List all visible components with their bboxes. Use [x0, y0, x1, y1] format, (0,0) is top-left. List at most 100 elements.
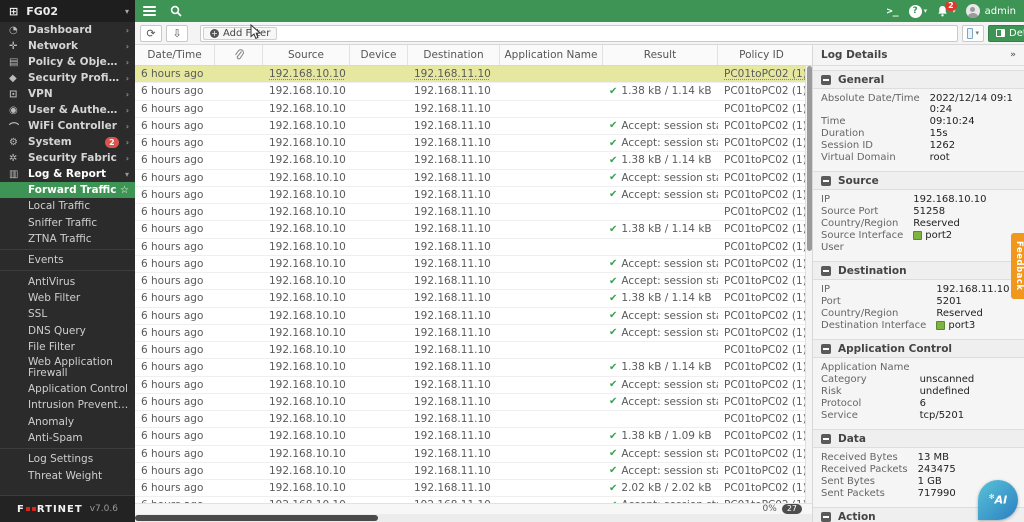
sidebar-item-label: Local Traffic — [28, 200, 129, 212]
sidebar-item-log-report[interactable]: ▥Log & Report▾ — [0, 166, 135, 182]
column-header-device[interactable]: Device — [350, 45, 408, 65]
sidebar-item-forward-traffic[interactable]: Forward Traffic☆ — [0, 182, 135, 198]
accept-check-icon: ✔ — [609, 258, 617, 269]
hamburger-icon — [143, 6, 156, 16]
table-row[interactable]: 6 hours ago192.168.10.10192.168.11.10✔Ac… — [135, 187, 812, 204]
section-header-general[interactable]: General — [813, 70, 1024, 89]
table-row[interactable]: 6 hours ago192.168.10.10192.168.11.10✔1.… — [135, 290, 812, 307]
sidebar-item-log-settings[interactable]: Log Settings — [0, 451, 135, 467]
fortigate-selector[interactable]: ⊞ FG02 ▾ — [0, 0, 135, 22]
table-row[interactable]: 6 hours ago192.168.10.10192.168.11.10✔Ac… — [135, 463, 812, 480]
sidebar-item-threat-weight[interactable]: Threat Weight — [0, 467, 135, 483]
sidebar-item-intrusion-prevention[interactable]: Intrusion Prevention — [0, 397, 135, 413]
table-row[interactable]: 6 hours ago192.168.10.10192.168.11.10✔Ac… — [135, 394, 812, 411]
cell-application — [500, 135, 603, 151]
sidebar-item-ztna-traffic[interactable]: ZTNA Traffic — [0, 231, 135, 247]
table-vertical-scrollbar[interactable] — [805, 66, 812, 503]
table-row[interactable]: 6 hours ago192.168.10.10192.168.11.10✔Ac… — [135, 446, 812, 463]
sidebar-item-network[interactable]: ✛Network› — [0, 38, 135, 54]
details-toggle-button[interactable]: Details — [988, 25, 1024, 42]
sidebar-item-dashboard[interactable]: ◔Dashboard› — [0, 22, 135, 38]
sidebar-item-application-control[interactable]: Application Control — [0, 381, 135, 397]
sidebar-item-anti-spam[interactable]: Anti-Spam — [0, 430, 135, 446]
sidebar-item-vpn[interactable]: ⊡VPN› — [0, 86, 135, 102]
table-row[interactable]: 6 hours ago192.168.10.10192.168.11.10✔Ac… — [135, 170, 812, 187]
table-row[interactable]: 6 hours ago192.168.10.10192.168.11.10✔Ac… — [135, 325, 812, 342]
sidebar-item-web-application-firewall[interactable]: Web Application Firewall — [0, 355, 135, 381]
table-row[interactable]: 6 hours ago192.168.10.10192.168.11.10✔1.… — [135, 428, 812, 445]
help-menu[interactable]: ? ▾ — [909, 5, 928, 18]
field-value: 15s — [930, 128, 1016, 139]
section-header-destination[interactable]: Destination — [813, 261, 1024, 280]
table-row[interactable]: 6 hours ago192.168.10.10192.168.11.10PC0… — [135, 411, 812, 428]
table-row[interactable]: 6 hours ago192.168.10.10192.168.11.10PC0… — [135, 239, 812, 256]
table-horizontal-scrollbar[interactable] — [135, 514, 812, 522]
sidebar-item-web-filter[interactable]: Web Filter — [0, 290, 135, 306]
accept-check-icon: ✔ — [609, 155, 617, 166]
sidebar-item-file-filter[interactable]: File Filter — [0, 339, 135, 355]
user-menu[interactable]: admin — [966, 4, 1016, 18]
sidebar-item-label: Dashboard — [28, 24, 122, 36]
feedback-tab[interactable]: Feedback — [1011, 233, 1024, 299]
table-row[interactable]: 6 hours ago192.168.10.10192.168.11.10✔Ac… — [135, 256, 812, 273]
cell-policy: PC01toPC02 (1) — [718, 290, 805, 306]
cli-console-button[interactable]: >_ — [887, 6, 899, 17]
accept-check-icon: ✔ — [609, 224, 617, 235]
table-row[interactable]: 6 hours ago192.168.10.10192.168.11.10✔2.… — [135, 480, 812, 497]
sidebar-item-antivirus[interactable]: AntiVirus — [0, 273, 135, 289]
table-row[interactable]: 6 hours ago192.168.10.10192.168.11.10✔Ac… — [135, 118, 812, 135]
table-row[interactable]: 6 hours ago192.168.10.10192.168.11.10✔1.… — [135, 83, 812, 100]
cell-source: 192.168.10.10 — [263, 118, 350, 134]
global-search-button[interactable] — [170, 5, 182, 17]
download-button[interactable]: ⇩ — [166, 25, 188, 42]
column-header-policy-id[interactable]: Policy ID — [718, 45, 805, 65]
sidebar-item-security-profiles[interactable]: ◆Security Profiles› — [0, 70, 135, 86]
cell-date: 6 hours ago — [135, 170, 215, 186]
table-row[interactable]: 6 hours ago192.168.10.10192.168.11.10PC0… — [135, 342, 812, 359]
table-row[interactable]: 6 hours ago192.168.10.10192.168.11.10✔Ac… — [135, 377, 812, 394]
chevron-down-icon: ▾ — [975, 29, 979, 37]
table-row[interactable]: 6 hours ago192.168.10.10192.168.11.10✔1.… — [135, 221, 812, 238]
filter-bar[interactable]: + Add Filter — [200, 25, 958, 42]
refresh-button[interactable]: ⟳ — [140, 25, 162, 42]
table-row[interactable]: 6 hours ago192.168.10.10192.168.11.10✔Ac… — [135, 308, 812, 325]
table-footer: 0% 27 — [135, 503, 812, 514]
sidebar-item-security-fabric[interactable]: ✲Security Fabric› — [0, 150, 135, 166]
section-header-data[interactable]: Data — [813, 429, 1024, 448]
column-header-destination[interactable]: Destination — [408, 45, 500, 65]
collapse-panel-icon[interactable]: » — [1010, 50, 1016, 60]
table-row[interactable]: 6 hours ago192.168.10.10192.168.11.10✔Ac… — [135, 135, 812, 152]
column-header-application-name[interactable]: Application Name — [500, 45, 603, 65]
column-header-attachment[interactable] — [215, 45, 263, 65]
collapse-sidebar-button[interactable] — [143, 6, 156, 16]
field-value: 13 MB — [918, 452, 1016, 463]
ai-assistant-button[interactable]: ✻AI — [978, 480, 1018, 520]
sidebar-item-user-authentication[interactable]: ◉User & Authentication› — [0, 102, 135, 118]
cell-result: ✔1.38 kB / 1.14 kB — [603, 359, 718, 375]
sidebar-item-policy-objects[interactable]: ▤Policy & Objects› — [0, 54, 135, 70]
table-row[interactable]: 6 hours ago192.168.10.10192.168.11.10PC0… — [135, 204, 812, 221]
sidebar-item-anomaly[interactable]: Anomaly — [0, 414, 135, 430]
column-header-date-time[interactable]: Date/Time — [135, 45, 215, 65]
table-row[interactable]: 6 hours ago192.168.10.10192.168.11.10✔1.… — [135, 152, 812, 169]
section-header-application-control[interactable]: Application Control — [813, 339, 1024, 358]
notifications-menu[interactable]: 2 ▾ — [937, 5, 956, 17]
scrollbar-thumb[interactable] — [135, 515, 378, 521]
log-location-dropdown[interactable]: ▾ — [962, 25, 984, 42]
sidebar-item-system[interactable]: ⚙System2› — [0, 134, 135, 150]
sidebar-item-ssl[interactable]: SSL — [0, 306, 135, 322]
add-filter-button[interactable]: + Add Filter — [203, 27, 277, 40]
table-row[interactable]: 6 hours ago192.168.10.10192.168.11.10✔1.… — [135, 359, 812, 376]
table-row[interactable]: 6 hours ago192.168.10.10192.168.11.10✔Ac… — [135, 273, 812, 290]
sidebar-item-wifi-controller[interactable]: ⌒WiFi Controller› — [0, 118, 135, 134]
sidebar-item-sniffer-traffic[interactable]: Sniffer Traffic — [0, 215, 135, 231]
table-row[interactable]: 6 hours ago192.168.10.10192.168.11.10PC0… — [135, 66, 812, 83]
sidebar-item-events[interactable]: Events — [0, 252, 135, 268]
column-header-source[interactable]: Source — [263, 45, 350, 65]
column-header-result[interactable]: Result — [603, 45, 718, 65]
field-value: 192.168.11.10 — [936, 284, 1016, 295]
sidebar-item-dns-query[interactable]: DNS Query — [0, 322, 135, 338]
sidebar-item-local-traffic[interactable]: Local Traffic — [0, 198, 135, 214]
section-header-source[interactable]: Source — [813, 171, 1024, 190]
table-row[interactable]: 6 hours ago192.168.10.10192.168.11.10PC0… — [135, 101, 812, 118]
